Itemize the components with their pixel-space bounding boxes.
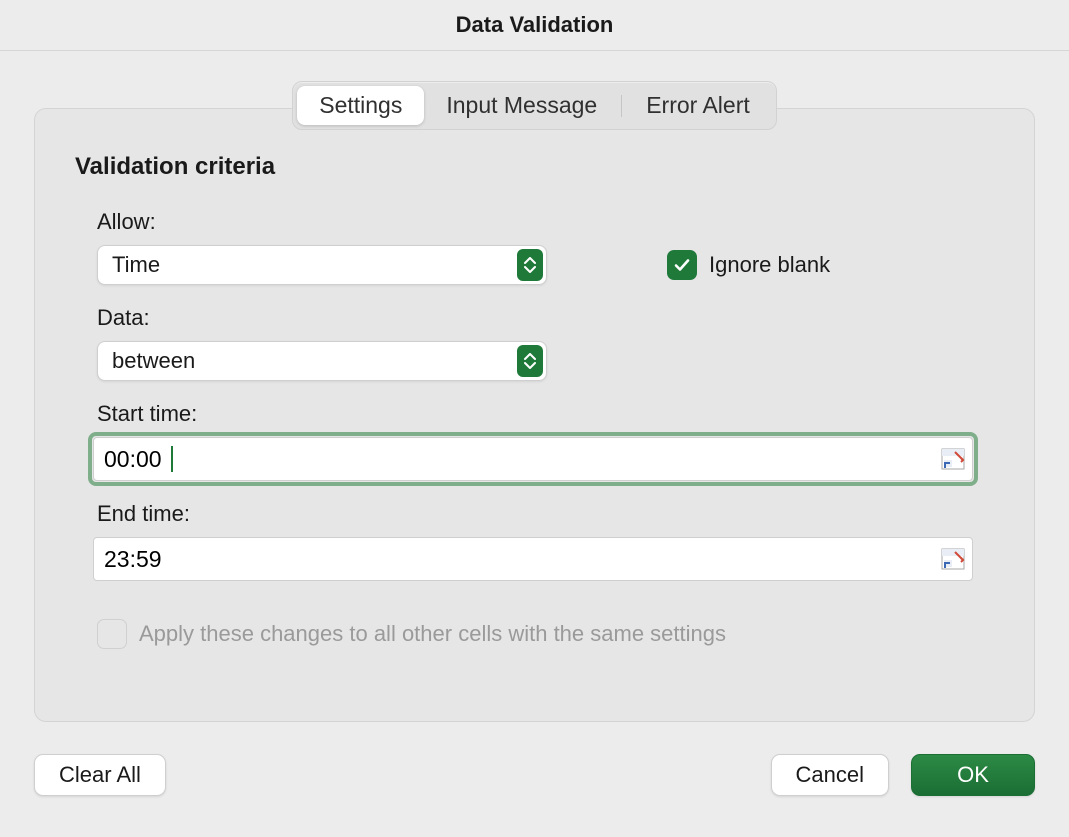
section-title: Validation criteria <box>75 153 994 181</box>
ignore-blank-label: Ignore blank <box>709 252 830 278</box>
allow-select[interactable]: Time <box>97 245 547 285</box>
data-block: Data: between <box>97 305 994 381</box>
dialog-titlebar: Data Validation <box>0 0 1069 51</box>
end-time-input-wrap <box>93 537 973 581</box>
tab-error-alert[interactable]: Error Alert <box>624 86 772 125</box>
tab-settings-label: Settings <box>319 92 402 118</box>
tabbar: Settings Input Message Error Alert <box>292 81 777 130</box>
clear-all-button[interactable]: Clear All <box>34 754 166 796</box>
tabbar-wrap: Settings Input Message Error Alert <box>34 81 1035 130</box>
allow-select-value: Time <box>112 252 160 278</box>
ok-button[interactable]: OK <box>911 754 1035 796</box>
start-time-label: Start time: <box>97 401 994 427</box>
cancel-label: Cancel <box>796 762 864 788</box>
data-label: Data: <box>97 305 994 331</box>
allow-label: Allow: <box>97 209 994 235</box>
data-select-value: between <box>112 348 195 374</box>
apply-all-label: Apply these changes to all other cells w… <box>139 621 726 647</box>
end-time-input[interactable] <box>93 537 973 581</box>
range-picker-icon[interactable] <box>941 448 965 470</box>
clear-all-label: Clear All <box>59 762 141 788</box>
cancel-button[interactable]: Cancel <box>771 754 889 796</box>
updown-stepper-icon <box>517 249 543 281</box>
end-time-label: End time: <box>97 501 994 527</box>
start-time-input[interactable] <box>93 437 973 481</box>
allow-block: Allow: Time Ignore blank <box>97 209 994 285</box>
dialog-title: Data Validation <box>456 12 614 38</box>
tab-separator <box>621 95 622 117</box>
start-time-block: Start time: <box>97 401 994 481</box>
tab-input-message-label: Input Message <box>446 92 597 118</box>
ignore-blank-row: Ignore blank <box>667 250 830 280</box>
apply-all-block: Apply these changes to all other cells w… <box>97 619 994 649</box>
tab-settings[interactable]: Settings <box>297 86 424 125</box>
updown-stepper-icon <box>517 345 543 377</box>
tab-error-alert-label: Error Alert <box>646 92 750 118</box>
start-time-input-wrap <box>93 437 973 481</box>
settings-panel: Validation criteria Allow: Time <box>34 108 1035 722</box>
dialog-body: Settings Input Message Error Alert Valid… <box>0 51 1069 814</box>
data-select[interactable]: between <box>97 341 547 381</box>
range-picker-icon[interactable] <box>941 548 965 570</box>
end-time-block: End time: <box>97 501 994 581</box>
dialog-footer: Clear All Cancel OK <box>34 754 1035 796</box>
tab-input-message[interactable]: Input Message <box>424 86 619 125</box>
ok-label: OK <box>957 762 989 788</box>
checkmark-icon <box>673 256 691 274</box>
ignore-blank-checkbox[interactable] <box>667 250 697 280</box>
apply-all-checkbox <box>97 619 127 649</box>
